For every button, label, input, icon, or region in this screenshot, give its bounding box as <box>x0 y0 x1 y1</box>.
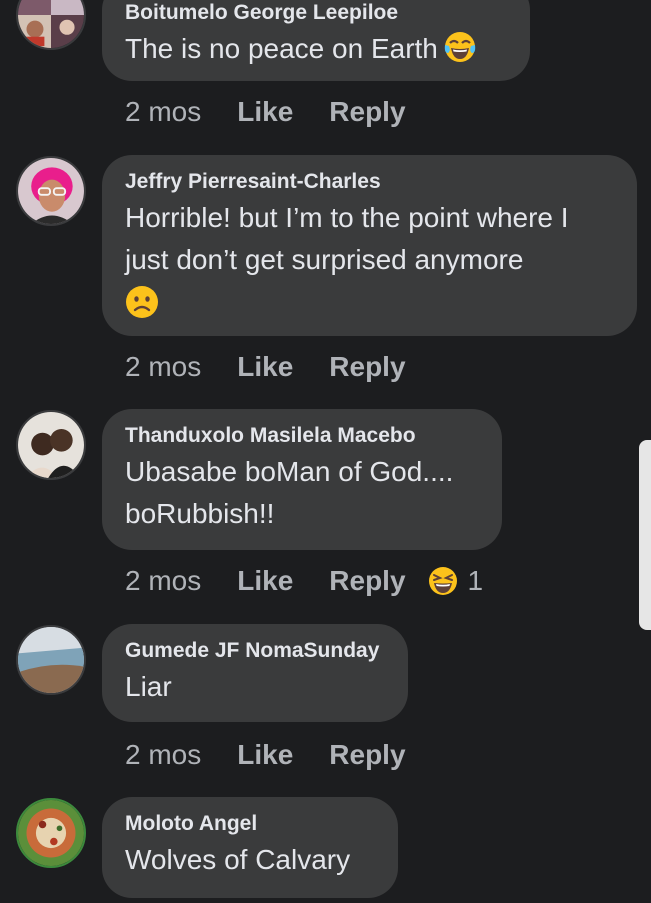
comment-actions: 2 mos Like Reply <box>125 347 406 387</box>
avatar[interactable] <box>16 410 86 480</box>
reply-button[interactable]: Reply <box>329 739 405 771</box>
like-button[interactable]: Like <box>237 565 293 597</box>
frowning-face-emoji <box>126 286 158 318</box>
comment-bubble: Jeffry Pierresaint-Charles Horrible! but… <box>102 155 637 336</box>
comment-timestamp[interactable]: 2 mos <box>125 96 201 128</box>
reply-button[interactable]: Reply <box>329 351 405 383</box>
reply-button[interactable]: Reply <box>329 96 405 128</box>
tears-of-joy-emoji <box>444 32 476 62</box>
avatar-photo <box>18 627 84 693</box>
comment-timestamp[interactable]: 2 mos <box>125 565 201 597</box>
avatar[interactable] <box>16 625 86 695</box>
reaction-count: 1 <box>467 565 484 596</box>
comment-text: Ubasabe boMan of God.... boRubbish!! <box>125 456 454 529</box>
comment-feed: Boitumelo George Leepiloe The is no peac… <box>0 0 651 903</box>
scrollbar[interactable] <box>639 440 651 630</box>
reaction-summary[interactable]: 1 <box>428 565 484 597</box>
avatar[interactable] <box>16 156 86 226</box>
comment-text-body: The is no peace on Earth <box>125 33 438 64</box>
comment-timestamp[interactable]: 2 mos <box>125 351 201 383</box>
comment-bubble: Boitumelo George Leepiloe The is no peac… <box>102 0 530 81</box>
like-button[interactable]: Like <box>237 351 293 383</box>
comment-actions: 2 mos Like Reply 1 <box>125 561 483 601</box>
like-button[interactable]: Like <box>237 739 293 771</box>
like-button[interactable]: Like <box>237 96 293 128</box>
comment-actions: 2 mos Like Reply <box>125 92 406 132</box>
comment-bubble: Thanduxolo Masilela Macebo Ubasabe boMan… <box>102 409 502 550</box>
comment-text: Wolves of Calvary <box>125 844 351 875</box>
comment-author[interactable]: Boitumelo George Leepiloe <box>125 0 506 26</box>
comment-text: The is no peace on Earth <box>125 28 506 70</box>
comment-author[interactable]: Thanduxolo Masilela Macebo <box>125 423 478 449</box>
comment-author[interactable]: Moloto Angel <box>125 811 374 837</box>
comment-text: Horrible! but I’m to the point where I j… <box>125 202 569 275</box>
haha-reaction-icon <box>428 567 457 595</box>
comment-author[interactable]: Jeffry Pierresaint-Charles <box>125 169 613 195</box>
avatar[interactable] <box>16 798 86 868</box>
comment-actions: 2 mos Like Reply <box>125 735 406 775</box>
avatar[interactable] <box>16 0 86 50</box>
avatar-photo <box>18 412 84 478</box>
comment-bubble: Moloto Angel Wolves of Calvary <box>102 797 398 898</box>
avatar-photo <box>18 800 84 866</box>
avatar-photo <box>18 0 84 48</box>
comment-timestamp[interactable]: 2 mos <box>125 739 201 771</box>
comment-bubble: Gumede JF NomaSunday Liar <box>102 624 408 722</box>
avatar-photo <box>18 158 84 224</box>
comment-author[interactable]: Gumede JF NomaSunday <box>125 638 384 664</box>
comment-text: Liar <box>125 671 172 702</box>
reply-button[interactable]: Reply <box>329 565 405 597</box>
